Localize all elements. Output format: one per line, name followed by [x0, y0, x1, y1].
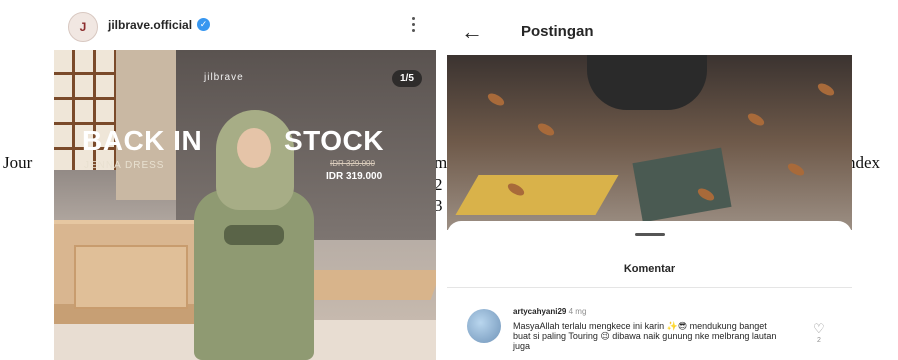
comments-screenshot: ← Postingan Komentar artycahyani29 4 mg … [447, 9, 852, 360]
dark-bag [632, 147, 732, 223]
commenter-avatar[interactable] [467, 309, 501, 343]
leaf [485, 91, 507, 108]
sheet-title: Komentar [623, 263, 676, 275]
verified-badge-icon: ✓ [197, 18, 210, 31]
price-new: IDR 319.000 [326, 171, 383, 182]
back-arrow-icon[interactable]: ← [461, 19, 483, 45]
brand-logo: jilbrave [204, 72, 244, 83]
slide-counter: 1/5 [392, 70, 422, 87]
instagram-post-screenshot: J jilbrave.official ✓ jilbrave 1/5 BACK … [54, 0, 436, 360]
leaf [815, 81, 837, 98]
yellow-ground [455, 175, 619, 215]
document-text-left: Jour [3, 153, 33, 172]
price-old: IDR 329.000 [330, 159, 375, 168]
model-dress [194, 190, 314, 360]
comment-username[interactable]: artycahyani29 [513, 307, 566, 316]
post-image[interactable]: jilbrave 1/5 BACK IN STOCK JENNA DRESS I… [54, 50, 436, 360]
post-header: J jilbrave.official ✓ [54, 0, 436, 50]
avatar-glyph: J [79, 20, 87, 34]
leaf [785, 161, 807, 178]
model-arm [224, 225, 284, 245]
leaf [745, 111, 767, 128]
more-options-icon[interactable] [406, 14, 420, 36]
comment-meta: artycahyani29 4 mg [513, 307, 586, 316]
postingan-header: ← Postingan [447, 9, 852, 56]
comment-text: MasyaAllah terlalu mengkece ini karin ✨😎… [513, 321, 777, 351]
product-name: JENNA DRESS [84, 160, 165, 171]
like-heart-icon[interactable]: ♡ [813, 321, 825, 337]
like-count: 2 [817, 337, 821, 344]
camping-chair [587, 55, 707, 110]
headline-back-in: BACK IN [82, 125, 203, 156]
drag-handle[interactable] [635, 233, 665, 236]
divider [447, 287, 852, 288]
page-title: Postingan [521, 23, 594, 40]
headline-stock: STOCK [284, 125, 384, 156]
leaf [535, 121, 557, 138]
comment-time: 4 mg [568, 307, 587, 316]
username[interactable]: jilbrave.official [108, 18, 192, 32]
avatar[interactable]: J [68, 12, 98, 42]
comments-sheet: Komentar artycahyani29 4 mg MasyaAllah t… [447, 221, 852, 360]
model-face [237, 128, 271, 168]
post-image[interactable] [447, 55, 852, 230]
wooden-stool [74, 245, 188, 309]
